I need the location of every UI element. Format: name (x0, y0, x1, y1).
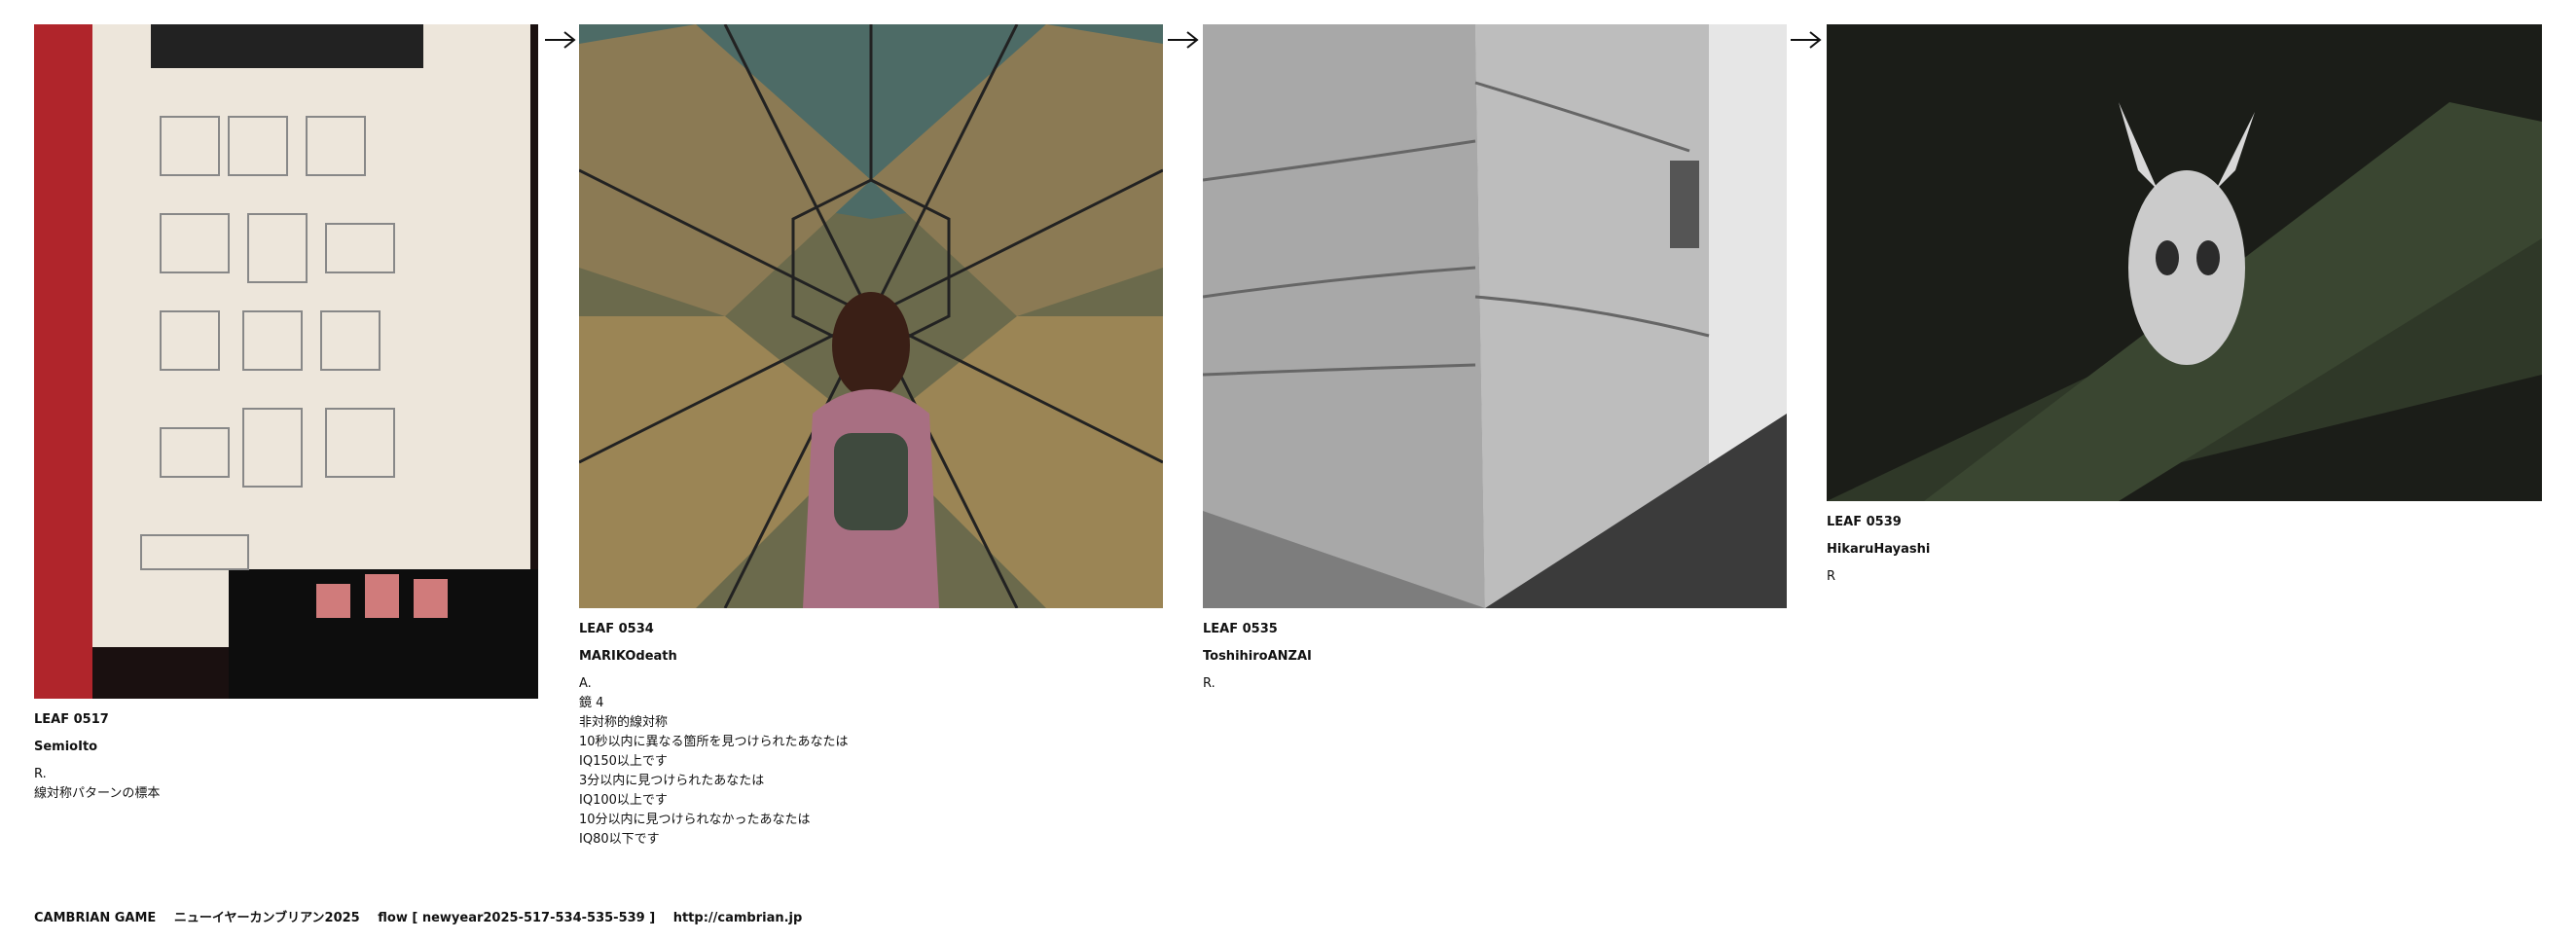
leaf-author[interactable]: HikaruHayashi (1827, 540, 1930, 560)
caption-line: IQ100以上です (579, 793, 668, 808)
caption-line: 線対称パターンの標本 (34, 786, 161, 801)
leaf-0535-meta: LEAF 0535 ToshihiroANZAI R. (1203, 620, 1312, 694)
arrow-icon (1168, 31, 1199, 49)
arrow-icon (545, 31, 576, 49)
caption-line: 3分以内に見つけられたあなたは (579, 774, 765, 788)
leaf-id: LEAF 0539 (1827, 515, 1902, 529)
footer-flow: flow [ newyear2025-517-534-535-539 ] (378, 911, 656, 925)
caption-line: 10秒以内に異なる箇所を見つけられたあなたは (579, 735, 849, 749)
leaf-0539-meta: LEAF 0539 HikaruHayashi R (1827, 513, 1930, 587)
leaf-author[interactable]: MARIKOdeath (579, 647, 849, 667)
caption-line: A. (579, 676, 592, 691)
leaf-id: LEAF 0534 (579, 622, 654, 636)
caption-line: IQ150以上です (579, 754, 668, 769)
leaf-author[interactable]: ToshihiroANZAI (1203, 647, 1312, 667)
leaf-0535-image[interactable] (1203, 24, 1787, 608)
leaf-0517-meta: LEAF 0517 SemioIto R. 線対称パターンの標本 (34, 710, 160, 804)
leaf-0534-meta: LEAF 0534 MARIKOdeath A. 鏡 4 非対称的線対称 10秒… (579, 620, 849, 850)
caption-line: 鏡 4 (579, 696, 604, 710)
leaf-author[interactable]: SemioIto (34, 738, 160, 757)
leaf-id: LEAF 0517 (34, 712, 109, 727)
caption-line: R (1827, 569, 1836, 584)
caption-line: 10分以内に見つけられなかったあなたは (579, 813, 811, 827)
footer-subtitle: ニューイヤーカンブリアン2025 (173, 911, 360, 925)
caption-line: 非対称的線対称 (579, 715, 669, 730)
leaf-id: LEAF 0535 (1203, 622, 1278, 636)
caption-line: IQ80以下です (579, 832, 660, 847)
footer-url-link[interactable]: http://cambrian.jp (673, 911, 803, 925)
arrow-icon (1791, 31, 1822, 49)
leaf-0539-image[interactable] (1827, 24, 2542, 501)
caption-line: R. (34, 767, 47, 781)
caption-line: R. (1203, 676, 1215, 691)
footer-title[interactable]: CAMBRIAN GAME (34, 911, 156, 925)
footer: CAMBRIAN GAME ニューイヤーカンブリアン2025 flow [ ne… (34, 907, 816, 925)
leaf-0534-image[interactable] (579, 24, 1163, 608)
leaf-0517-image[interactable] (34, 24, 538, 699)
